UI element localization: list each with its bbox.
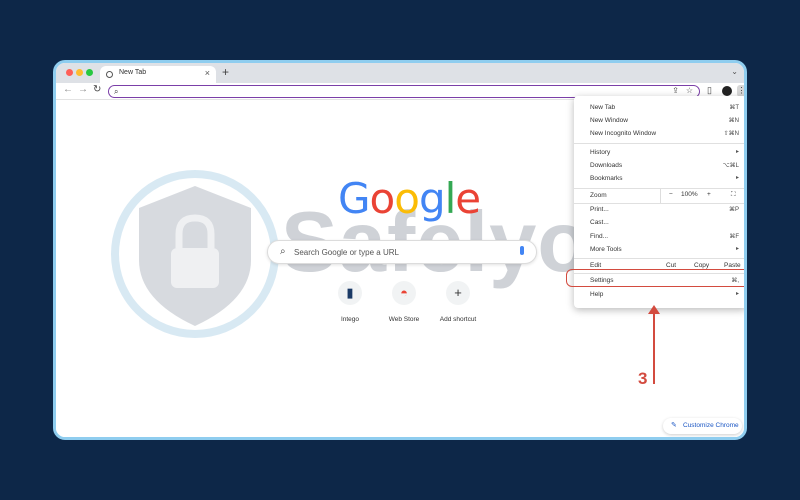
reload-button[interactable]: ↻	[93, 84, 101, 95]
google-logo-letter: g	[418, 174, 446, 223]
menu-item-history[interactable]: History ▸	[574, 147, 744, 160]
back-button[interactable]: ←	[63, 84, 73, 95]
tab-new-tab[interactable]: New Tab ×	[100, 66, 216, 83]
menu-shortcut: ⌘P	[728, 207, 739, 213]
forward-button[interactable]: →	[78, 84, 88, 95]
menu-item-label: Edit	[590, 262, 602, 269]
zoom-controls: − 100% + ⛶	[660, 189, 744, 203]
google-logo-letter: o	[369, 174, 396, 223]
submenu-arrow-icon: ▸	[735, 149, 739, 155]
intego-icon: ▮	[338, 281, 362, 305]
submenu-arrow-icon: ▸	[735, 246, 739, 252]
google-logo-letter: o	[394, 174, 420, 223]
tab-close-icon[interactable]: ×	[205, 68, 210, 78]
shortcut-web-store[interactable]: ◓ Web Store	[374, 281, 434, 323]
tab-strip: New Tab × + ⌄	[56, 63, 744, 83]
google-logo-letter: G	[338, 174, 371, 223]
google-logo-letter: l	[444, 174, 457, 223]
menu-item-label: New Window	[590, 117, 628, 124]
profile-avatar[interactable]	[722, 86, 732, 96]
zoom-in-button[interactable]: +	[707, 191, 711, 198]
share-icon[interactable]: ⇪	[672, 86, 679, 95]
new-tab-button[interactable]: +	[222, 65, 229, 79]
chrome-favicon-icon	[106, 71, 113, 78]
side-panel-icon[interactable]: ▯	[707, 85, 712, 96]
search-icon: ⌕	[280, 246, 286, 257]
web-store-icon: ◓	[392, 281, 416, 305]
search-icon: ⌕	[114, 87, 119, 96]
menu-item-label: Cast...	[590, 219, 609, 226]
google-search-box[interactable]: ⌕ Search Google or type a URL	[267, 240, 537, 264]
submenu-arrow-icon: ▸	[735, 291, 739, 297]
menu-item-print[interactable]: Print... ⌘P	[574, 204, 744, 217]
menu-shortcut: ⇧⌘N	[723, 131, 739, 137]
menu-item-label: Print...	[590, 206, 609, 213]
menu-item-label: Downloads	[590, 162, 623, 169]
shortcut-label: Web Store	[388, 316, 420, 323]
google-logo: Google	[338, 174, 481, 223]
shortcut-label: Add shortcut	[439, 316, 477, 323]
tab-title: New Tab	[119, 69, 147, 76]
paste-button[interactable]: Paste	[724, 262, 741, 269]
maximize-window-button[interactable]	[86, 69, 93, 76]
annotation-arrow-line	[653, 313, 655, 384]
pencil-icon: ✎	[671, 422, 677, 429]
menu-item-downloads[interactable]: Downloads ⌥⌘L	[574, 160, 744, 173]
menu-item-label: Bookmarks	[590, 175, 623, 182]
zoom-level: 100%	[681, 191, 698, 198]
menu-item-cast[interactable]: Cast...	[574, 217, 744, 230]
microphone-icon[interactable]	[520, 246, 524, 255]
menu-item-label: New Incognito Window	[590, 130, 657, 137]
google-logo-letter: e	[455, 174, 481, 223]
menu-shortcut: ⌥⌘L	[722, 163, 739, 169]
menu-shortcut: ⌘F	[729, 234, 739, 240]
menu-item-label: Find...	[590, 233, 609, 240]
menu-shortcut: ⌘N	[728, 118, 739, 124]
submenu-arrow-icon: ▸	[735, 175, 739, 181]
minimize-window-button[interactable]	[76, 69, 83, 76]
plus-icon: +	[446, 281, 470, 305]
cut-button[interactable]: Cut	[666, 262, 676, 269]
search-placeholder: Search Google or type a URL	[294, 248, 399, 257]
menu-item-bookmarks[interactable]: Bookmarks ▸	[574, 173, 744, 186]
menu-shortcut: ⌘T	[729, 105, 739, 111]
step-number-label: 3	[638, 369, 648, 388]
settings-highlight-outline	[566, 269, 744, 287]
shortcut-intego[interactable]: ▮ Intego	[320, 281, 380, 323]
menu-item-label: Help	[590, 291, 604, 298]
shortcut-label: Intego	[340, 316, 360, 323]
menu-item-help[interactable]: Help ▸	[574, 289, 744, 302]
menu-item-new-window[interactable]: New Window ⌘N	[574, 115, 744, 128]
menu-item-label: History	[590, 149, 611, 156]
zoom-out-button[interactable]: −	[669, 191, 673, 198]
customize-chrome-button[interactable]: ✎ Customize Chrome	[663, 418, 742, 434]
menu-divider	[574, 258, 744, 259]
copy-button[interactable]: Copy	[694, 262, 709, 269]
menu-item-find[interactable]: Find... ⌘F	[574, 231, 744, 244]
menu-item-new-incognito-window[interactable]: New Incognito Window ⇧⌘N	[574, 128, 744, 141]
menu-item-label: Zoom	[590, 192, 607, 199]
safelyo-shield-watermark-icon	[111, 170, 279, 338]
menu-item-label: More Tools	[590, 246, 622, 253]
menu-item-label: New Tab	[590, 104, 616, 111]
menu-item-zoom: Zoom − 100% + ⛶	[574, 189, 744, 203]
fullscreen-icon[interactable]: ⛶	[731, 191, 736, 199]
menu-item-new-tab[interactable]: New Tab ⌘T	[574, 102, 744, 115]
bookmark-star-icon[interactable]: ☆	[686, 86, 693, 95]
customize-label: Customize Chrome	[683, 422, 739, 429]
add-shortcut-button[interactable]: + Add shortcut	[428, 281, 488, 323]
menu-divider	[574, 143, 744, 144]
menu-item-more-tools[interactable]: More Tools ▸	[574, 244, 744, 257]
close-window-button[interactable]	[66, 69, 73, 76]
tab-search-icon[interactable]: ⌄	[731, 67, 738, 76]
